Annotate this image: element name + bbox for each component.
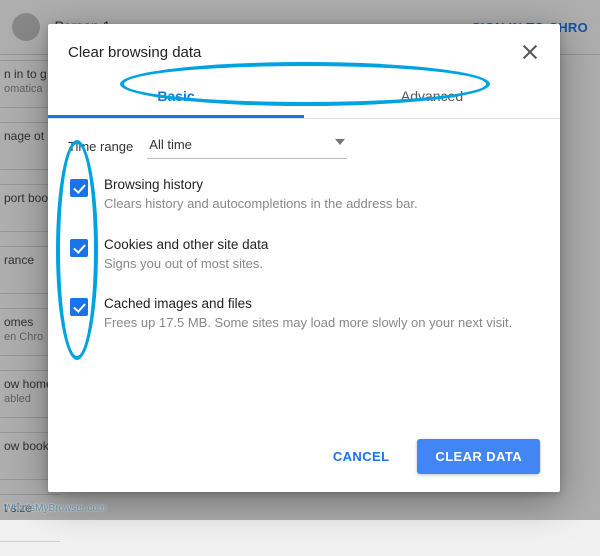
dialog-title: Clear browsing data: [68, 44, 201, 61]
time-range-label: Time range: [68, 139, 133, 154]
close-icon[interactable]: [520, 42, 540, 62]
chevron-down-icon: [335, 139, 345, 145]
watermark: WhatIsMyBrowser.com: [4, 503, 106, 514]
option-title: Cookies and other site data: [104, 237, 268, 252]
option-subtitle: Signs you out of most sites.: [104, 255, 268, 273]
option-subtitle: Frees up 17.5 MB. Some sites may load mo…: [104, 314, 512, 332]
option-subtitle: Clears history and autocompletions in th…: [104, 195, 418, 213]
time-range-value: All time: [149, 137, 192, 152]
option-cookies: Cookies and other site data Signs you ou…: [70, 237, 540, 273]
tab-basic[interactable]: Basic: [48, 76, 304, 118]
checkbox-cache[interactable]: [70, 298, 88, 316]
time-range-select[interactable]: All time: [147, 133, 347, 159]
option-title: Cached images and files: [104, 296, 512, 311]
option-browsing-history: Browsing history Clears history and auto…: [70, 177, 540, 213]
cancel-button[interactable]: CANCEL: [315, 439, 408, 474]
tab-underline: [48, 115, 304, 118]
tabs: Basic Advanced: [48, 76, 560, 118]
option-title: Browsing history: [104, 177, 418, 192]
clear-browsing-data-dialog: Clear browsing data Basic Advanced Time …: [48, 24, 560, 492]
tab-advanced[interactable]: Advanced: [304, 76, 560, 118]
checkbox-browsing-history[interactable]: [70, 179, 88, 197]
checkbox-cookies[interactable]: [70, 239, 88, 257]
option-cache: Cached images and files Frees up 17.5 MB…: [70, 296, 540, 332]
clear-data-button[interactable]: CLEAR DATA: [417, 439, 540, 474]
